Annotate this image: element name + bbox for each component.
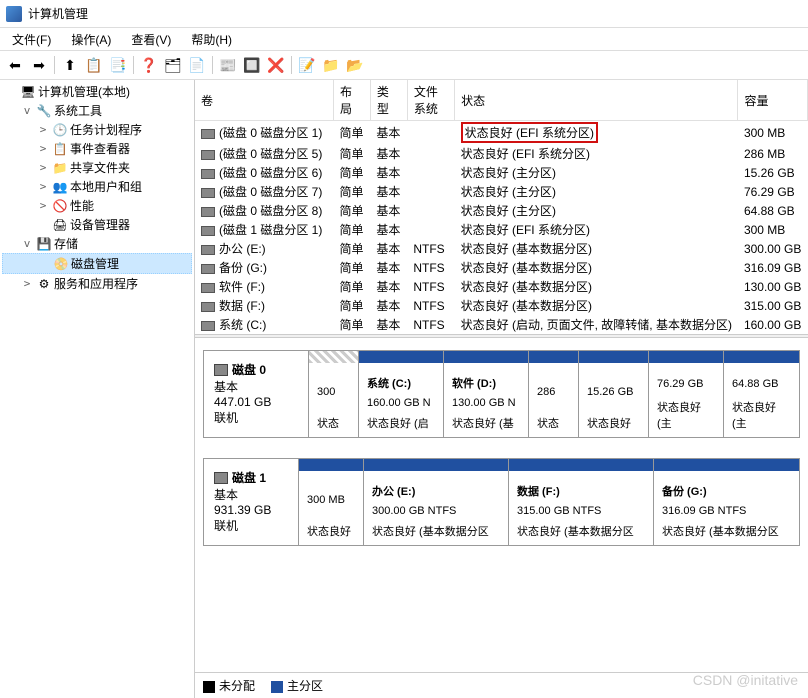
table-row[interactable]: (磁盘 1 磁盘分区 1)简单基本状态良好 (EFI 系统分区)300 MB bbox=[195, 220, 808, 239]
window-title: 计算机管理 bbox=[28, 5, 88, 22]
table-row[interactable]: (磁盘 0 磁盘分区 6)简单基本状态良好 (主分区)15.26 GB bbox=[195, 163, 808, 182]
col-layout[interactable]: 布局 bbox=[333, 80, 370, 121]
partition[interactable]: 系统 (C:)160.00 GB N状态良好 (启 bbox=[359, 351, 444, 437]
tree-local-users[interactable]: >👥本地用户和组 bbox=[2, 177, 192, 196]
tree-storage[interactable]: v💾存储 bbox=[2, 234, 192, 253]
col-capacity[interactable]: 容量 bbox=[738, 80, 808, 121]
toolbar-btn-9[interactable]: 🔲 bbox=[241, 54, 263, 76]
menu-help[interactable]: 帮助(H) bbox=[183, 29, 240, 50]
toolbar-btn-5[interactable]: ❓ bbox=[138, 54, 160, 76]
table-row[interactable]: (磁盘 0 磁盘分区 1)简单基本状态良好 (EFI 系统分区)300 MB bbox=[195, 121, 808, 145]
disk-map: 磁盘 0基本447.01 GB联机300状态系统 (C:)160.00 GB N… bbox=[195, 338, 808, 672]
menu-file[interactable]: 文件(F) bbox=[4, 29, 59, 50]
toolbar-btn-6[interactable]: 🗂 bbox=[162, 54, 184, 76]
toolbar-btn-8[interactable]: 📰 bbox=[217, 54, 239, 76]
partition[interactable]: 300 MB状态良好 bbox=[299, 459, 364, 545]
table-row[interactable]: (磁盘 0 磁盘分区 8)简单基本状态良好 (主分区)64.88 GB bbox=[195, 201, 808, 220]
disk-row: 磁盘 1基本931.39 GB联机300 MB状态良好办公 (E:)300.00… bbox=[203, 458, 800, 546]
volume-list: 卷 布局 类型 文件系统 状态 容量 (磁盘 0 磁盘分区 1)简单基本状态良好… bbox=[195, 80, 808, 334]
col-filesystem[interactable]: 文件系统 bbox=[407, 80, 454, 121]
toolbar-btn-2[interactable]: ⬆ bbox=[59, 54, 81, 76]
tree-event-viewer[interactable]: >📋事件查看器 bbox=[2, 139, 192, 158]
col-type[interactable]: 类型 bbox=[370, 80, 407, 121]
partition[interactable]: 300状态 bbox=[309, 351, 359, 437]
toolbar: ⬅➡ ⬆📋📑 ❓🗂📄 📰🔲❌ 📝📁📂 bbox=[0, 50, 808, 80]
table-row[interactable]: 备份 (G:)简单基本NTFS状态良好 (基本数据分区)316.09 GB bbox=[195, 258, 808, 277]
tree-shared-folders[interactable]: >📁共享文件夹 bbox=[2, 158, 192, 177]
partition[interactable]: 备份 (G:)316.09 GB NTFS状态良好 (基本数据分区 bbox=[654, 459, 799, 545]
toolbar-btn-11[interactable]: 📝 bbox=[296, 54, 318, 76]
toolbar-btn-10[interactable]: ❌ bbox=[265, 54, 287, 76]
table-row[interactable]: 软件 (F:)简单基本NTFS状态良好 (基本数据分区)130.00 GB bbox=[195, 277, 808, 296]
menu-view[interactable]: 查看(V) bbox=[123, 29, 179, 50]
nav-tree: 🖥计算机管理(本地) v🔧系统工具 >🕒任务计划程序 >📋事件查看器 >📁共享文… bbox=[0, 80, 195, 698]
tree-performance[interactable]: >🚫性能 bbox=[2, 196, 192, 215]
menubar: 文件(F) 操作(A) 查看(V) 帮助(H) bbox=[0, 28, 808, 50]
toolbar-btn-1[interactable]: ➡ bbox=[28, 54, 50, 76]
table-row[interactable]: 数据 (F:)简单基本NTFS状态良好 (基本数据分区)315.00 GB bbox=[195, 296, 808, 315]
disk-row: 磁盘 0基本447.01 GB联机300状态系统 (C:)160.00 GB N… bbox=[203, 350, 800, 438]
toolbar-btn-7[interactable]: 📄 bbox=[186, 54, 208, 76]
tree-services-apps[interactable]: >⚙服务和应用程序 bbox=[2, 274, 192, 293]
tree-task-scheduler[interactable]: >🕒任务计划程序 bbox=[2, 120, 192, 139]
partition[interactable]: 数据 (F:)315.00 GB NTFS状态良好 (基本数据分区 bbox=[509, 459, 654, 545]
legend-primary: 主分区 bbox=[287, 679, 323, 693]
toolbar-btn-4[interactable]: 📑 bbox=[107, 54, 129, 76]
tree-system-tools[interactable]: v🔧系统工具 bbox=[2, 101, 192, 120]
tree-root[interactable]: 🖥计算机管理(本地) bbox=[2, 82, 192, 101]
partition[interactable]: 办公 (E:)300.00 GB NTFS状态良好 (基本数据分区 bbox=[364, 459, 509, 545]
tree-disk-management[interactable]: 📀磁盘管理 bbox=[2, 253, 192, 274]
partition[interactable]: 15.26 GB状态良好 bbox=[579, 351, 649, 437]
tree-device-manager[interactable]: 🖨设备管理器 bbox=[2, 215, 192, 234]
partition[interactable]: 286状态 bbox=[529, 351, 579, 437]
partition[interactable]: 76.29 GB状态良好 (主 bbox=[649, 351, 724, 437]
legend-unallocated: 未分配 bbox=[219, 679, 255, 693]
table-row[interactable]: 办公 (E:)简单基本NTFS状态良好 (基本数据分区)300.00 GB bbox=[195, 239, 808, 258]
toolbar-btn-0[interactable]: ⬅ bbox=[4, 54, 26, 76]
col-volume[interactable]: 卷 bbox=[195, 80, 333, 121]
toolbar-btn-13[interactable]: 📂 bbox=[344, 54, 366, 76]
table-row[interactable]: (磁盘 0 磁盘分区 5)简单基本状态良好 (EFI 系统分区)286 MB bbox=[195, 144, 808, 163]
table-row[interactable]: (磁盘 0 磁盘分区 7)简单基本状态良好 (主分区)76.29 GB bbox=[195, 182, 808, 201]
app-icon bbox=[6, 6, 22, 22]
legend: 未分配 主分区 bbox=[195, 672, 808, 698]
menu-action[interactable]: 操作(A) bbox=[63, 29, 119, 50]
titlebar: 计算机管理 bbox=[0, 0, 808, 28]
toolbar-btn-12[interactable]: 📁 bbox=[320, 54, 342, 76]
toolbar-btn-3[interactable]: 📋 bbox=[83, 54, 105, 76]
partition[interactable]: 64.88 GB状态良好 (主 bbox=[724, 351, 799, 437]
col-status[interactable]: 状态 bbox=[455, 80, 738, 121]
partition[interactable]: 软件 (D:)130.00 GB N状态良好 (基 bbox=[444, 351, 529, 437]
table-row[interactable]: 系统 (C:)简单基本NTFS状态良好 (启动, 页面文件, 故障转储, 基本数… bbox=[195, 315, 808, 334]
